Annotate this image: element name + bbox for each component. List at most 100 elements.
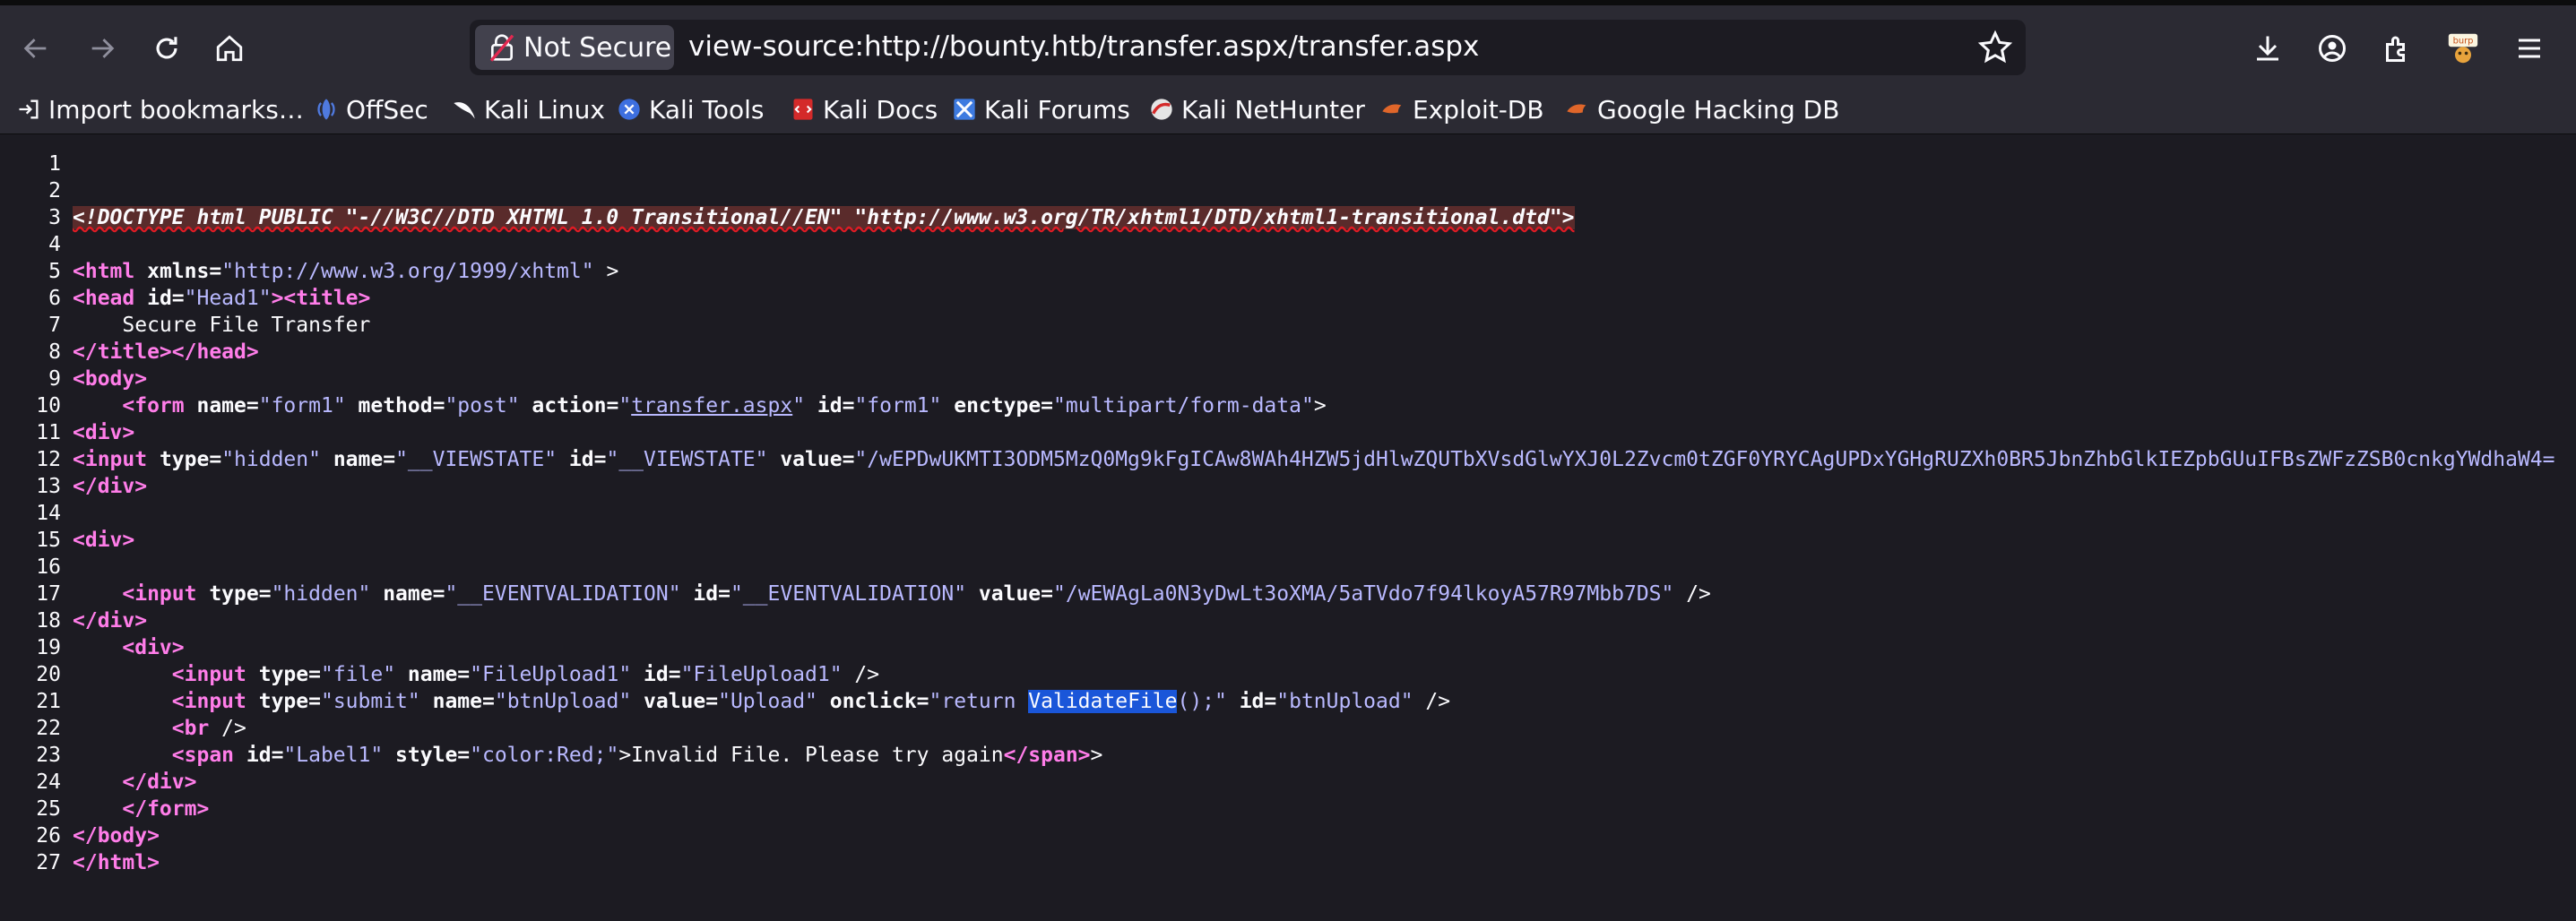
burp-extension-button[interactable]: burp — [2438, 23, 2488, 73]
attribute-name: name= — [419, 690, 495, 713]
source-line: 23 <span id="Label1" style="color:Red;">… — [0, 742, 2576, 769]
attribute-value: "color:Red;" — [470, 744, 619, 767]
html-tag: <div> — [73, 421, 135, 444]
url-text[interactable]: view-source:http://bounty.htb/transfer.a… — [688, 30, 1479, 63]
attribute-name: xmlns= — [134, 260, 222, 283]
line-number: 8 — [48, 340, 61, 364]
downloads-button[interactable] — [2243, 23, 2293, 73]
home-icon — [216, 35, 243, 62]
bookmark-kali-forums[interactable]: Kali Forums — [952, 90, 1130, 129]
bookmark-exploit-db[interactable]: Exploit-DB — [1380, 90, 1544, 129]
attribute-name: id= — [134, 287, 185, 310]
svg-text:burp: burp — [2453, 37, 2474, 47]
menu-icon — [2519, 39, 2540, 58]
source-line: 1 — [0, 151, 2576, 177]
attribute-name: id= — [557, 448, 607, 471]
app-menu-button[interactable] — [2504, 23, 2554, 73]
burp-icon: burp — [2448, 33, 2478, 64]
download-icon — [2257, 36, 2278, 61]
bookmark-import[interactable]: Import bookmarks… — [16, 90, 304, 129]
attribute-value: "form1" — [854, 394, 942, 417]
source-line: 14 — [0, 500, 2576, 527]
back-button[interactable] — [11, 23, 61, 73]
attribute-name: name= — [320, 448, 396, 471]
html-tag: <head — [73, 287, 135, 310]
source-line: 24 </div> — [0, 769, 2576, 796]
attribute-value: "__VIEWSTATE" — [606, 448, 768, 471]
bookmark-kali-nethunter[interactable]: Kali NetHunter — [1149, 90, 1365, 129]
source-line: 22 <br /> — [0, 715, 2576, 742]
html-tag: <span — [171, 744, 235, 767]
source-line: 8 </title></head> — [0, 339, 2576, 366]
source-line: 6 <head id="Head1"><title> — [0, 285, 2576, 312]
attribute-name: value= — [966, 582, 1053, 606]
kali-dragon-icon — [454, 102, 475, 119]
account-button[interactable] — [2307, 23, 2357, 73]
html-tag: </div> — [73, 475, 148, 498]
attribute-value: "hidden" — [221, 448, 321, 471]
source-link-transfer[interactable]: transfer.aspx — [631, 394, 792, 417]
source-line: 19 <div> — [0, 634, 2576, 661]
bookmark-star-icon[interactable] — [1977, 30, 2013, 65]
attribute-value: "Label1" — [283, 744, 384, 767]
attribute-value: "__EVENTVALIDATION" — [445, 582, 681, 606]
source-line: 10 <form name="form1" method="post" acti… — [0, 392, 2576, 419]
reload-icon — [156, 37, 177, 59]
line-number: 18 — [36, 609, 61, 633]
bookmark-label: Kali NetHunter — [1181, 94, 1365, 125]
reload-button[interactable] — [142, 23, 192, 73]
selected-text[interactable]: ValidateFile — [1028, 690, 1178, 713]
source-line: 16 — [0, 554, 2576, 581]
code-text: /> — [842, 663, 880, 686]
code-text: /> — [1413, 690, 1451, 713]
line-number: 1 — [48, 152, 61, 176]
html-tag: <input — [122, 582, 197, 606]
html-tag: </div> — [73, 609, 148, 633]
bookmark-google-hacking-db[interactable]: Google Hacking DB — [1565, 90, 1839, 129]
attribute-value: "file" — [320, 663, 396, 686]
attribute-name: style= — [383, 744, 471, 767]
home-button[interactable] — [204, 23, 255, 73]
line-number: 12 — [36, 448, 61, 471]
attribute-value: "hidden" — [271, 582, 371, 606]
attribute-name: type= — [246, 690, 321, 713]
html-tag: <html — [73, 260, 135, 283]
forward-button[interactable] — [77, 23, 127, 73]
html-tag: </div> — [122, 770, 197, 794]
back-icon — [23, 39, 47, 58]
attribute-name: value= — [631, 690, 719, 713]
attribute-name: type= — [246, 663, 321, 686]
bookmark-kali-docs[interactable]: Kali Docs — [791, 90, 938, 129]
attribute-value: "/wEWAgLa0N3yDwLt3oXMA/5aTVdo7f94lkoyA57… — [1053, 582, 1674, 606]
source-line: 5 <html xmlns="http://www.w3.org/1999/xht… — [0, 258, 2576, 285]
html-tag: <input — [73, 448, 148, 471]
line-number: 5 — [48, 260, 61, 283]
attribute-value: "__VIEWSTATE" — [395, 448, 558, 471]
line-number: 7 — [48, 314, 61, 337]
attribute-name: name= — [184, 394, 259, 417]
line-number: 15 — [36, 529, 61, 552]
security-indicator[interactable]: Not Secure — [475, 25, 674, 70]
line-number: 3 — [48, 206, 61, 229]
attribute-value: "__EVENTVALIDATION" — [730, 582, 967, 606]
line-number: 27 — [36, 851, 61, 874]
line-number: 26 — [36, 824, 61, 848]
bookmark-kali-linux[interactable]: Kali Linux — [452, 90, 605, 129]
extensions-icon — [2386, 36, 2405, 62]
html-tag: <input — [171, 663, 246, 686]
source-line: 26 </body> — [0, 822, 2576, 849]
bookmark-offsec[interactable]: OffSec — [314, 90, 428, 129]
attribute-value: "post" — [445, 394, 520, 417]
line-number: 9 — [48, 367, 61, 391]
bookmark-kali-tools[interactable]: Kali Tools — [617, 90, 764, 129]
attribute-name: type= — [147, 448, 222, 471]
extensions-button[interactable] — [2372, 23, 2422, 73]
bookmark-label: Exploit-DB — [1413, 94, 1544, 125]
url-bar[interactable]: Not Secure view-source:http://bounty.htb… — [470, 20, 2026, 75]
attribute-value: "return — [929, 690, 1029, 713]
attribute-name: method= — [345, 394, 445, 417]
